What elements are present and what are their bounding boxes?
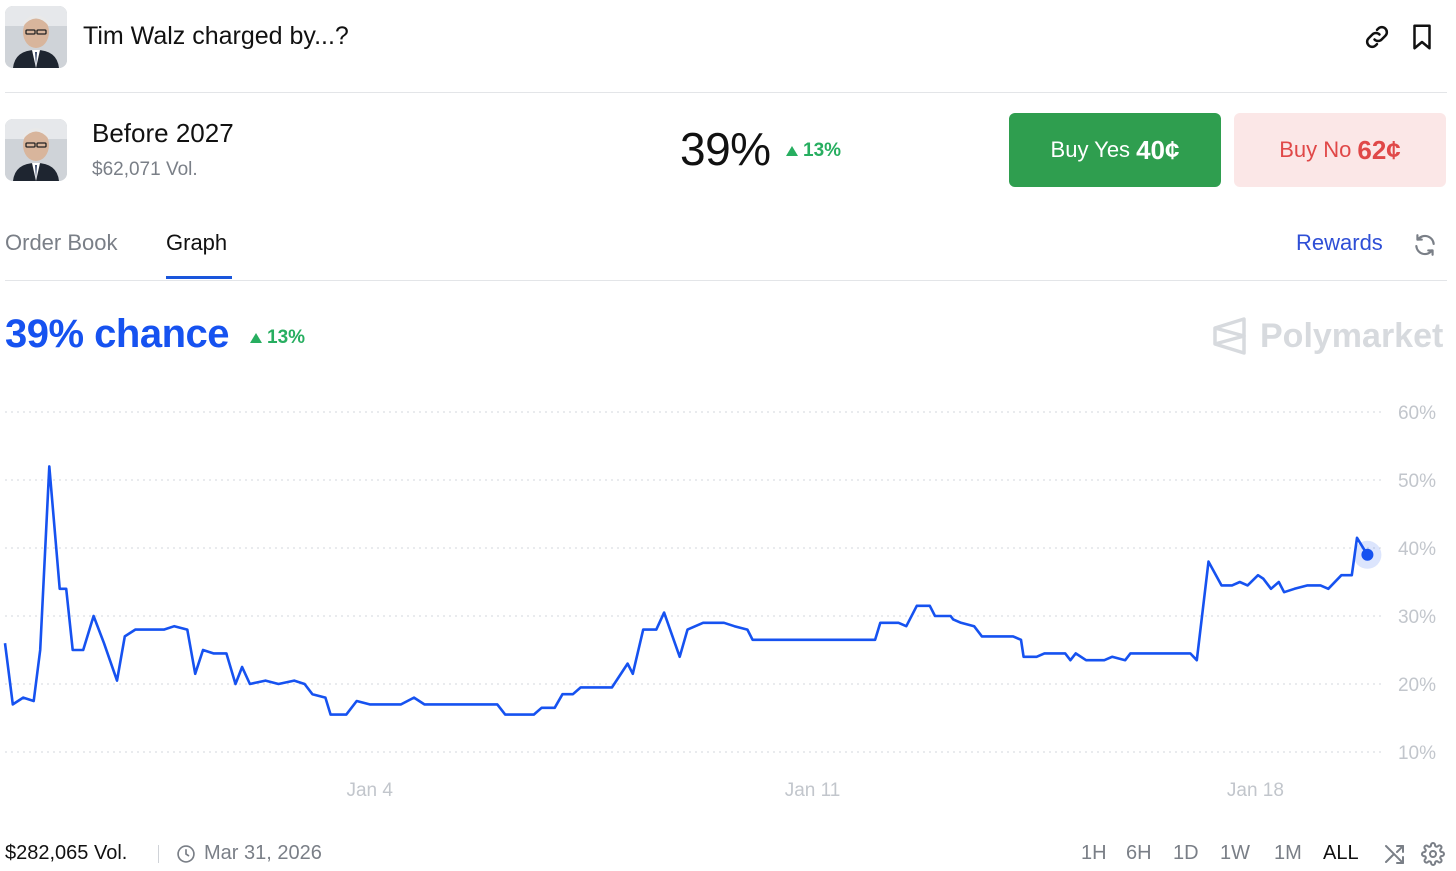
y-tick-label: 20% bbox=[1398, 675, 1436, 696]
y-tick-label: 50% bbox=[1398, 471, 1436, 492]
outcome-avatar bbox=[5, 119, 67, 181]
series-line bbox=[3, 465, 1369, 716]
total-volume: $282,065 Vol. bbox=[5, 842, 128, 864]
end-date: Mar 31, 2026 bbox=[204, 842, 322, 864]
y-tick-label: 10% bbox=[1398, 743, 1436, 764]
link-icon[interactable] bbox=[1362, 22, 1392, 52]
shuffle-icon[interactable] bbox=[1383, 842, 1407, 866]
refresh-icon[interactable] bbox=[1412, 232, 1438, 258]
up-triangle-icon bbox=[250, 333, 262, 343]
rewards-link[interactable]: Rewards bbox=[1296, 230, 1383, 256]
x-tick-label: Jan 11 bbox=[785, 780, 841, 801]
range-1h[interactable]: 1H bbox=[1081, 842, 1107, 865]
outcome-change: 13% bbox=[786, 140, 841, 162]
bookmark-icon[interactable] bbox=[1407, 22, 1437, 52]
footer-separator bbox=[158, 845, 159, 863]
buy-no-button[interactable]: Buy No 62¢ bbox=[1234, 113, 1446, 187]
up-triangle-icon bbox=[786, 146, 798, 156]
chance-heading: 39% chance bbox=[5, 312, 230, 356]
range-all[interactable]: ALL bbox=[1323, 842, 1359, 865]
outcome-name: Before 2027 bbox=[92, 118, 234, 148]
buy-no-price: 62¢ bbox=[1357, 134, 1401, 165]
chart-change-value: 13% bbox=[267, 327, 306, 348]
outcome-change-value: 13% bbox=[803, 140, 842, 161]
buy-no-label: Buy No bbox=[1279, 137, 1352, 162]
polymarket-logo-icon bbox=[1213, 317, 1246, 355]
y-tick-label: 60% bbox=[1398, 403, 1436, 424]
price-chart[interactable]: 60% 50% 40% 30% 20% 10% Jan 4 Jan 11 Jan 18 bbox=[0, 380, 1456, 810]
polymarket-brand-text: Polymarket bbox=[1260, 316, 1444, 355]
outcome-volume: $62,071 Vol. bbox=[92, 159, 198, 180]
range-1d[interactable]: 1D bbox=[1173, 842, 1199, 865]
settings-gear-icon[interactable] bbox=[1421, 842, 1445, 866]
tab-order-book[interactable]: Order Book bbox=[5, 230, 118, 256]
current-point bbox=[1361, 548, 1374, 561]
x-tick-label: Jan 18 bbox=[1227, 780, 1284, 801]
range-1m[interactable]: 1M bbox=[1274, 842, 1302, 865]
header-divider bbox=[5, 92, 1447, 93]
y-tick-label: 40% bbox=[1398, 539, 1436, 560]
chart-change: 13% bbox=[250, 327, 305, 349]
clock-icon bbox=[177, 845, 195, 863]
outcome-probability: 39% bbox=[680, 123, 771, 175]
y-tick-label: 30% bbox=[1398, 607, 1436, 628]
buy-yes-label: Buy Yes bbox=[1050, 137, 1131, 162]
polymarket-watermark: Polymarket bbox=[1212, 316, 1443, 356]
buy-yes-price: 40¢ bbox=[1136, 134, 1180, 165]
tabs-divider bbox=[5, 280, 1447, 281]
x-tick-label: Jan 4 bbox=[346, 780, 393, 801]
range-6h[interactable]: 6H bbox=[1126, 842, 1152, 865]
market-header: Tim Walz charged by...? bbox=[0, 0, 1456, 94]
active-tab-indicator bbox=[166, 276, 232, 279]
tab-graph[interactable]: Graph bbox=[166, 230, 227, 256]
market-title: Tim Walz charged by...? bbox=[83, 22, 349, 50]
market-avatar bbox=[5, 6, 67, 68]
range-1w[interactable]: 1W bbox=[1220, 842, 1250, 865]
buy-yes-button[interactable]: Buy Yes 40¢ bbox=[1009, 113, 1221, 187]
